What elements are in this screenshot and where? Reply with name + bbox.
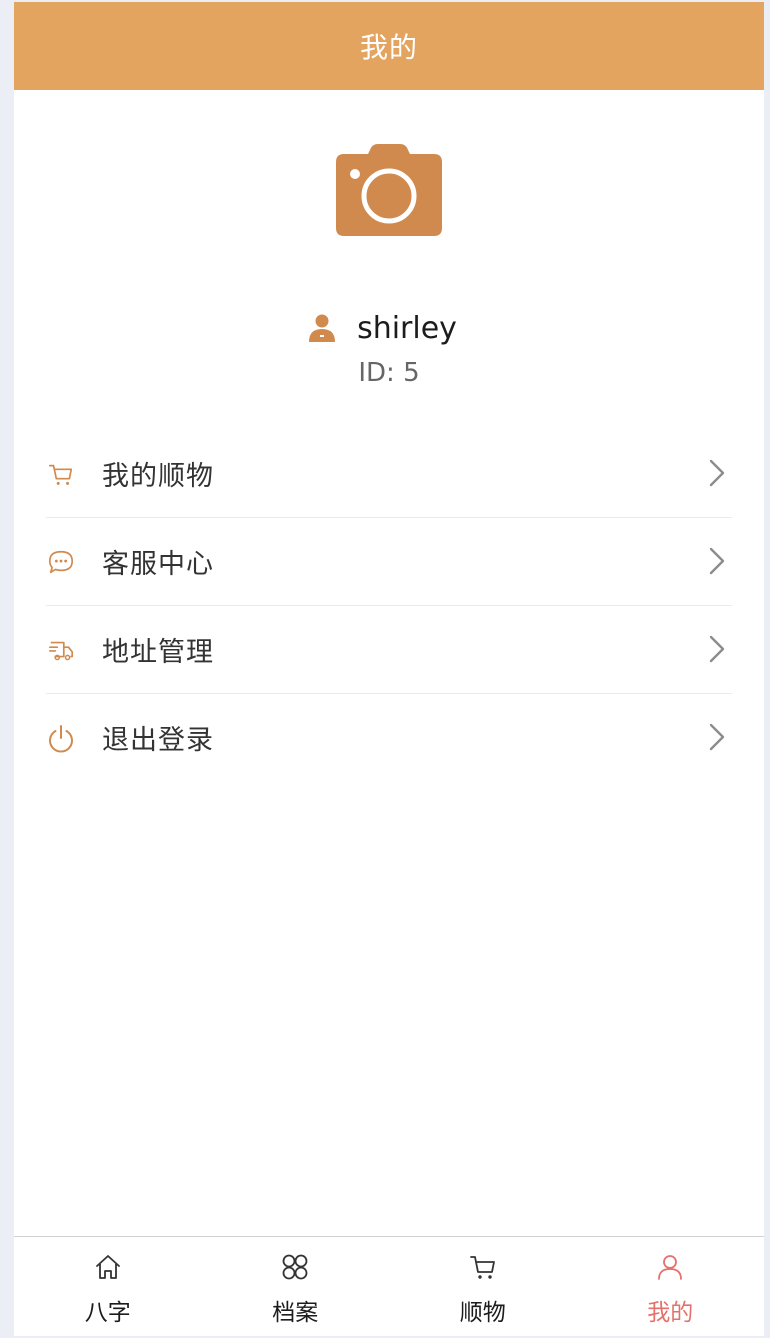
menu-item-customer-service[interactable]: 客服中心: [46, 518, 732, 606]
power-icon: [46, 723, 76, 753]
camera-icon[interactable]: [334, 140, 444, 236]
tab-mine[interactable]: 我的: [577, 1237, 765, 1336]
chevron-right-icon: [709, 723, 725, 751]
cart-icon: [469, 1256, 495, 1279]
tab-shunwu[interactable]: 顺物: [389, 1237, 577, 1336]
tab-label: 顺物: [459, 1300, 506, 1326]
menu-list: 我的顺物 客服中心 地址管理 退出登录: [46, 430, 732, 781]
grid-clover-icon: [282, 1254, 308, 1280]
menu-item-label: 退出登录: [102, 725, 214, 756]
chevron-right-icon: [709, 547, 725, 575]
menu-item-logout[interactable]: 退出登录: [46, 694, 732, 781]
menu-item-my-orders[interactable]: 我的顺物: [46, 430, 732, 518]
header-bar: 我的: [14, 2, 764, 90]
tab-label: 档案: [272, 1300, 319, 1326]
tab-label: 八字: [84, 1300, 131, 1326]
bottom-tab-bar: 八字 档案 顺物 我的: [14, 1236, 764, 1336]
user-icon: [309, 314, 336, 342]
tab-archive[interactable]: 档案: [202, 1237, 390, 1336]
menu-item-label: 地址管理: [102, 637, 214, 668]
person-icon: [658, 1255, 683, 1280]
chevron-right-icon: [709, 459, 725, 487]
app-screen: 我的 shirley ID: 5 我的顺物 客服中心 地址管理 退出登录 八字 …: [14, 2, 764, 1336]
menu-item-label: 客服中心: [102, 549, 214, 580]
delivery-truck-icon: [46, 635, 76, 665]
tab-label: 我的: [647, 1300, 694, 1326]
user-row: shirley: [14, 304, 764, 352]
chevron-right-icon: [709, 635, 725, 663]
page-title: 我的: [359, 31, 418, 64]
cart-icon: [46, 459, 76, 489]
user-id: ID: 5: [358, 358, 420, 388]
username: shirley: [357, 310, 457, 346]
tab-bazi[interactable]: 八字: [14, 1237, 202, 1336]
menu-item-label: 我的顺物: [102, 461, 214, 492]
menu-item-address-management[interactable]: 地址管理: [46, 606, 732, 694]
home-icon: [95, 1255, 120, 1279]
chat-bubble-icon: [46, 547, 76, 577]
